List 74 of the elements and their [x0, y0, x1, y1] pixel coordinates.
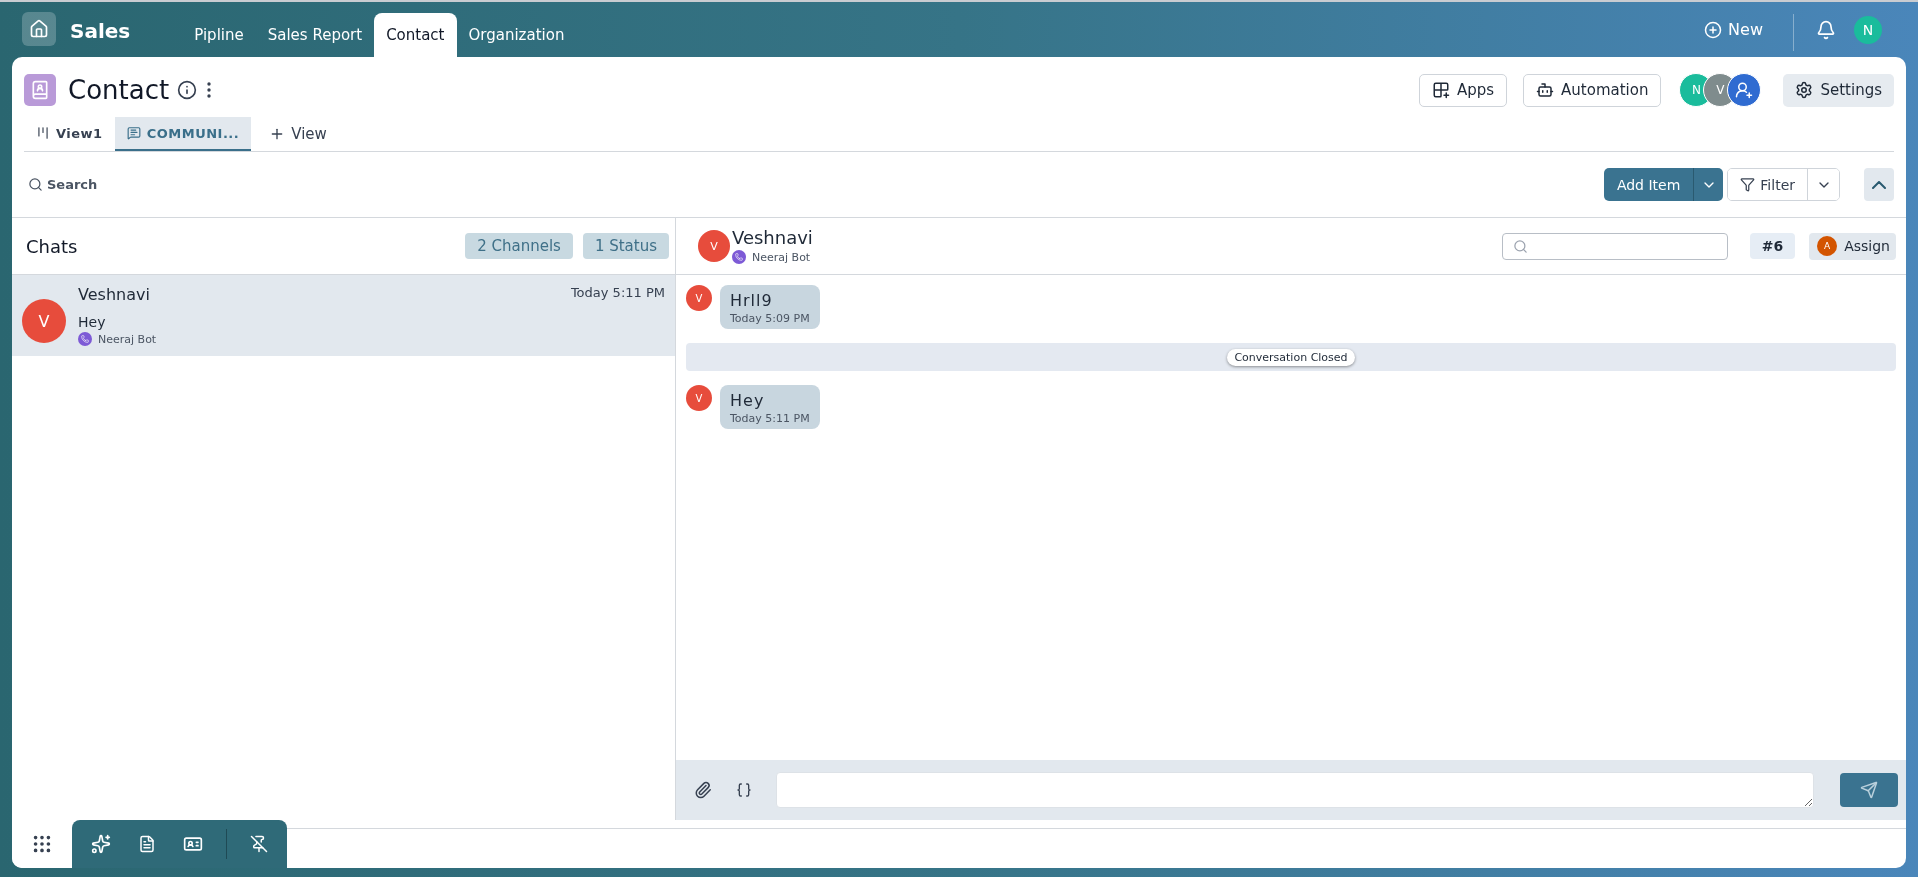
- search-icon: [28, 177, 43, 192]
- assignee-avatar: A: [1817, 236, 1838, 256]
- view-tab[interactable]: View1: [24, 117, 115, 151]
- document-icon: [138, 835, 157, 853]
- sender-avatar: V: [686, 285, 712, 311]
- braces-icon: [736, 782, 752, 798]
- send-icon: [1860, 781, 1878, 799]
- add-member-button[interactable]: [1727, 73, 1762, 107]
- kebab-icon: [207, 82, 212, 98]
- variables-button[interactable]: [736, 782, 752, 798]
- channel-name: Neeraj Bot: [752, 250, 811, 264]
- contact-avatar: V: [698, 230, 730, 262]
- apps-icon: [1431, 81, 1450, 99]
- phone-bubble-icon: [732, 250, 746, 264]
- dots-grid-icon: [31, 833, 53, 855]
- settings-button[interactable]: Settings: [1783, 73, 1894, 107]
- new-button[interactable]: New: [1698, 2, 1769, 57]
- apps-button[interactable]: Apps: [1418, 73, 1508, 107]
- info-button[interactable]: [177, 80, 198, 100]
- pin-off-icon: [249, 835, 268, 853]
- page-title: Contact: [68, 75, 170, 105]
- contact-name: Veshnavi: [732, 228, 814, 248]
- view-tab[interactable]: COMMUNI...: [114, 117, 252, 151]
- message-time: Today 5:09 PM: [730, 312, 810, 325]
- more-button[interactable]: [207, 82, 212, 98]
- nav-tab[interactable]: Sales Report: [255, 13, 375, 57]
- filter-chip[interactable]: 2 Channels: [465, 233, 573, 259]
- last-message: Hey: [78, 314, 107, 330]
- message-icon: [126, 126, 141, 140]
- send-button[interactable]: [1840, 773, 1898, 807]
- collapse-button[interactable]: [1864, 168, 1894, 201]
- bell-icon: [1816, 19, 1836, 40]
- contact-book-icon: [24, 74, 56, 106]
- assign-button[interactable]: A Assign: [1809, 232, 1896, 260]
- nav-tab[interactable]: Contact: [374, 13, 457, 57]
- chat-item[interactable]: V Veshnavi Today 5:11 PM Hey Neeraj Bot: [12, 275, 675, 356]
- message-time: Today 5:11 PM: [730, 412, 810, 425]
- search-field[interactable]: [1501, 232, 1728, 260]
- message-input[interactable]: [776, 772, 1814, 808]
- channel-name: Neeraj Bot: [98, 332, 157, 346]
- funnel-icon: [1740, 177, 1756, 192]
- paperclip-icon: [694, 781, 712, 799]
- chats-title: Chats: [26, 235, 79, 257]
- add-item-button[interactable]: Add Item: [1603, 168, 1694, 201]
- settings-icon: [1795, 81, 1814, 99]
- info-icon: [177, 80, 198, 100]
- sparkles-icon: [91, 834, 112, 854]
- chevron-up-icon: [1872, 180, 1886, 189]
- home-button[interactable]: [22, 12, 56, 46]
- message-text: Hrll9: [730, 291, 774, 310]
- contact-avatar: V: [22, 299, 66, 343]
- nav-tab[interactable]: Pipline: [182, 13, 256, 57]
- event-label: Conversation Closed: [1227, 348, 1355, 366]
- add-item-menu-button[interactable]: [1693, 168, 1724, 201]
- board-icon: [36, 126, 50, 140]
- plus-circle-icon: [1704, 20, 1723, 39]
- add-view-button[interactable]: View: [251, 117, 345, 151]
- search-icon: [1512, 238, 1528, 254]
- sender-avatar: V: [686, 385, 712, 411]
- nav-tab[interactable]: Organization: [456, 13, 577, 57]
- home-icon: [29, 19, 49, 39]
- app-name: Sales: [70, 17, 131, 43]
- robot-icon: [1536, 81, 1555, 99]
- contact-name: Veshnavi: [78, 285, 150, 304]
- attach-button[interactable]: [694, 781, 712, 799]
- search-button[interactable]: Search: [28, 177, 98, 192]
- automation-button[interactable]: Automation: [1523, 73, 1662, 107]
- id-card-icon: [183, 834, 203, 854]
- phone-bubble-icon: [78, 332, 92, 346]
- filter-chip[interactable]: 1 Status: [582, 233, 669, 259]
- chat-time: Today 5:11 PM: [570, 285, 665, 302]
- message-text: Hey: [730, 391, 766, 410]
- ticket-number: #6: [1749, 233, 1796, 259]
- user-plus-icon: [1735, 81, 1754, 99]
